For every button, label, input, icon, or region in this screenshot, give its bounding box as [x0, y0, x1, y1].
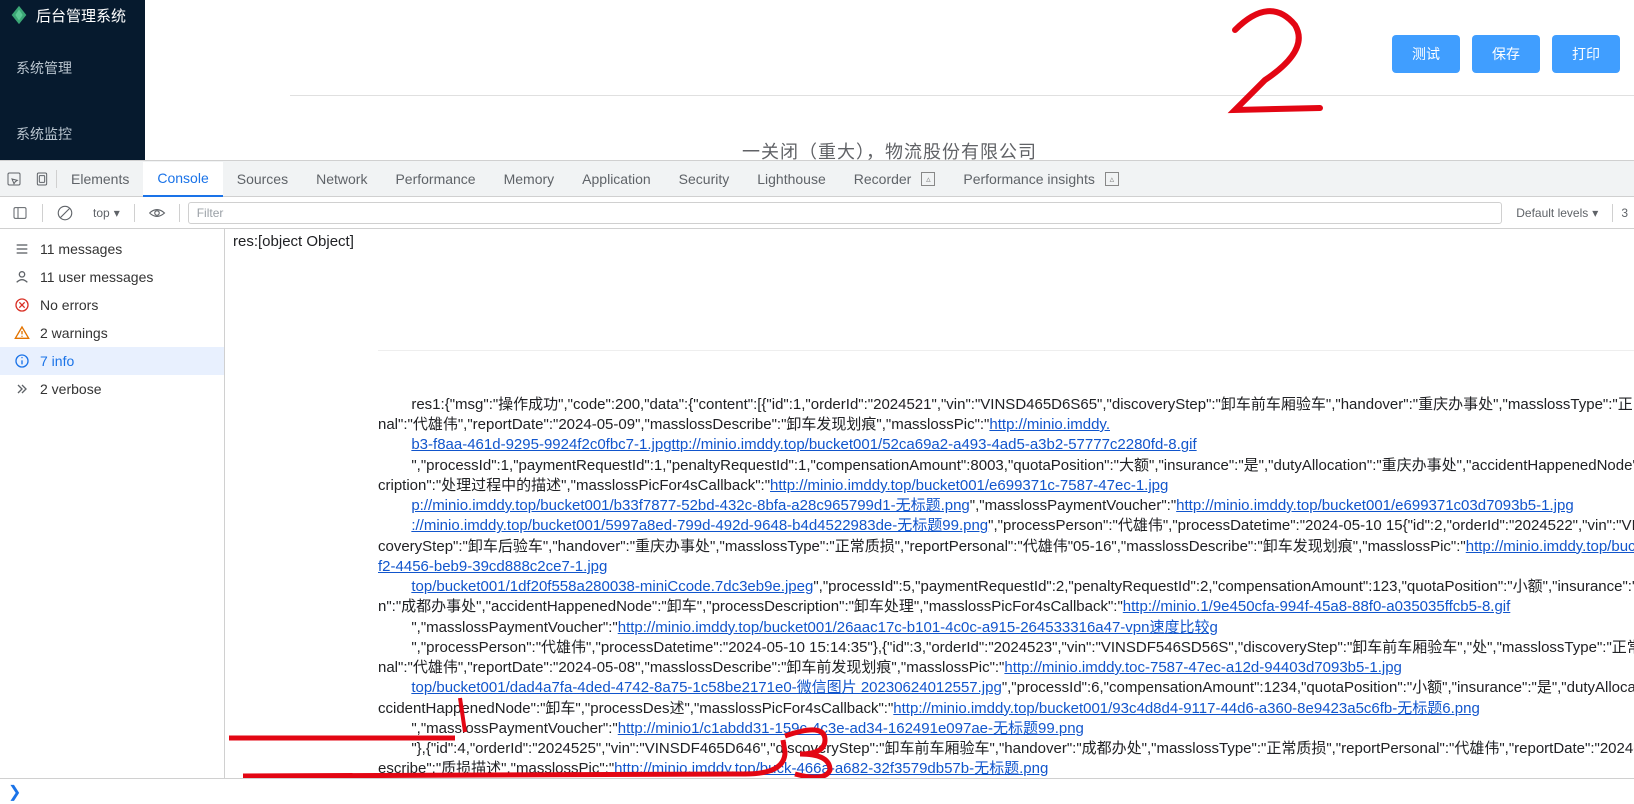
log-entry: res:[object Object]: [233, 231, 1628, 253]
preview-icon: ▵: [921, 172, 935, 186]
console-log[interactable]: res:[object Object] 1 res1:{"msg":"操作成功"…: [225, 229, 1634, 778]
chevron-down-icon: ▾: [1592, 206, 1598, 220]
app-sidebar: 后台管理系统 系统管理 系统监控: [0, 0, 145, 160]
levels-selector[interactable]: Default levels▾: [1510, 204, 1604, 222]
log-link[interactable]: http://minio.imddy.top/buck-466a-a682-32…: [614, 760, 1048, 777]
devtools-tabs: Elements Console Sources Network Perform…: [0, 161, 1634, 197]
log-link[interactable]: ttp://minio.imddy.top/bucket001/52ca69a2…: [672, 436, 1197, 453]
log-entry: 1 res1:{"msg":"操作成功","code":200,"data":{…: [378, 350, 1634, 778]
device-toggle-icon[interactable]: [28, 161, 56, 196]
verbose-icon: [14, 381, 30, 397]
sidebar-user-messages[interactable]: 11 user messages: [0, 263, 224, 291]
logo-icon: [8, 4, 30, 26]
tab-application[interactable]: Application: [568, 161, 665, 196]
sidebar-errors[interactable]: No errors: [0, 291, 224, 319]
live-expr-icon[interactable]: [143, 197, 171, 228]
sidebar-toggle-icon[interactable]: [6, 197, 34, 228]
test-button[interactable]: 测试: [1392, 35, 1460, 73]
console-toolbar: top▾ Default levels▾ 3: [0, 197, 1634, 229]
log-link[interactable]: http://minio.imddy.toc-7587-47ec-a12d-94…: [1004, 659, 1402, 676]
tab-network[interactable]: Network: [302, 161, 381, 196]
sidebar-warnings[interactable]: 2 warnings: [0, 319, 224, 347]
tab-security[interactable]: Security: [665, 161, 744, 196]
inspect-icon[interactable]: [0, 161, 28, 196]
context-selector[interactable]: top▾: [87, 204, 126, 222]
tab-console[interactable]: Console: [143, 162, 222, 197]
log-link[interactable]: top/bucket001/1df20f558a280038-miniCcode…: [411, 578, 813, 595]
chevron-down-icon: ▾: [114, 206, 120, 220]
tab-sources[interactable]: Sources: [223, 161, 302, 196]
clear-console-icon[interactable]: [51, 197, 79, 228]
log-link[interactable]: http://minio.1/9e450cfa-994f-45a8-88f0-a…: [1123, 598, 1511, 615]
error-icon: [14, 297, 30, 313]
sidebar-item-sys-monitor[interactable]: 系统监控: [0, 110, 145, 158]
log-link[interactable]: http://minio.imddy.top/bucket001/26aac17…: [618, 619, 1218, 636]
log-link[interactable]: top/bucket001/dad4a7fa-4ded-4742-8a75-1c…: [411, 679, 1001, 696]
tab-memory[interactable]: Memory: [490, 161, 569, 196]
tab-lighthouse[interactable]: Lighthouse: [743, 161, 840, 196]
log-link[interactable]: b3-f8aa-461d-9295-9924f2c0fbc7-1.jpg: [411, 436, 671, 453]
app-logo: 后台管理系统: [0, 0, 145, 26]
devtools-panel: Elements Console Sources Network Perform…: [0, 160, 1634, 804]
save-button[interactable]: 保存: [1472, 35, 1540, 73]
warn-icon: [14, 325, 30, 341]
hidden-count: 3: [1621, 206, 1628, 220]
log-link[interactable]: ://minio.imddy.top/bucket001/5997a8ed-79…: [411, 517, 988, 534]
sidebar-messages[interactable]: 11 messages: [0, 235, 224, 263]
preview-icon: ▵: [1105, 172, 1119, 186]
logo-text: 后台管理系统: [36, 5, 126, 26]
info-icon: [14, 353, 30, 369]
log-link[interactable]: http://minio.imddy.: [989, 416, 1110, 433]
tab-recorder[interactable]: Recorder▵: [840, 161, 950, 196]
tab-perf-insights[interactable]: Performance insights▵: [949, 161, 1133, 196]
log-link[interactable]: http://minio1/c1abdd31-159c-4c3e-ad34-16…: [618, 720, 1084, 737]
console-sidebar: 11 messages 11 user messages No errors 2…: [0, 229, 225, 778]
chevron-right-icon: ❯: [8, 782, 21, 802]
log-link[interactable]: http://minio.imddy.top/bucket001/93c4d8d…: [893, 700, 1480, 717]
print-button[interactable]: 打印: [1552, 35, 1620, 73]
sidebar-verbose[interactable]: 2 verbose: [0, 375, 224, 403]
filter-input[interactable]: [188, 202, 1503, 224]
log-link[interactable]: http://minio.imddy.top/bucket001/e699371…: [770, 477, 1168, 494]
sidebar-info[interactable]: 7 info: [0, 347, 224, 375]
log-link[interactable]: http://minio.imddy.top/bucket001/e699371…: [1176, 497, 1574, 514]
user-icon: [14, 269, 30, 285]
console-prompt[interactable]: ❯: [0, 778, 1634, 804]
tab-performance[interactable]: Performance: [381, 161, 489, 196]
log-link[interactable]: p://minio.imddy.top/bucket001/b33f7877-5…: [411, 497, 969, 514]
sidebar-item-sys-manage[interactable]: 系统管理: [0, 44, 145, 92]
tab-elements[interactable]: Elements: [57, 161, 143, 196]
messages-icon: [14, 241, 30, 257]
